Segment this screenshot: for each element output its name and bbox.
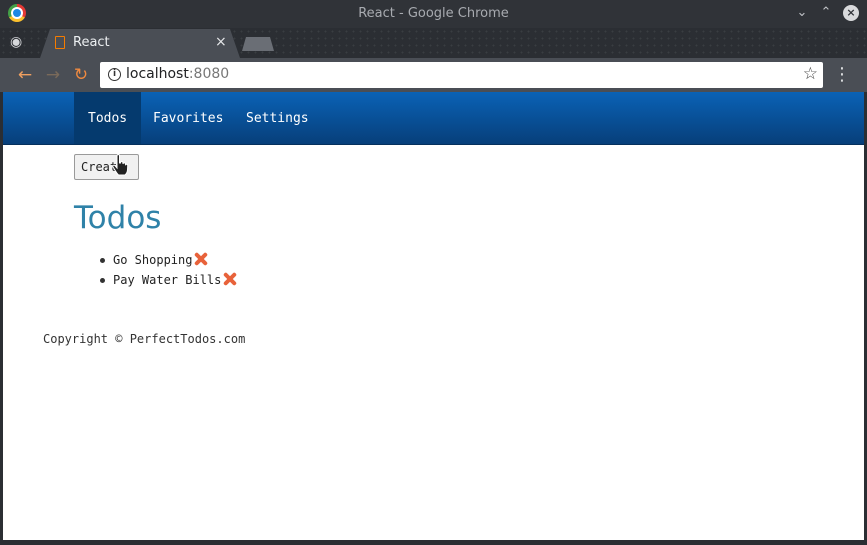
forward-arrow-icon[interactable]: → <box>42 64 64 86</box>
back-arrow-icon[interactable]: ← <box>14 64 36 86</box>
create-button[interactable]: Create <box>74 154 139 180</box>
reload-icon[interactable]: ↻ <box>70 64 92 86</box>
page-favicon-icon <box>55 36 65 49</box>
browser-tab[interactable]: React × <box>40 29 240 58</box>
nav-settings[interactable]: Settings <box>232 92 323 144</box>
url-port: :8080 <box>188 66 230 82</box>
window-titlebar: React - Google Chrome ⌄ ⌃ × <box>0 0 867 28</box>
incognito-icon: ◉ <box>10 34 23 50</box>
url-host: localhost <box>126 66 189 82</box>
hand-cursor-icon <box>112 154 128 176</box>
tab-title: React <box>73 35 110 50</box>
nav-favorites[interactable]: Favorites <box>139 92 237 144</box>
tab-strip: ◉ React × <box>0 28 867 58</box>
close-window-icon[interactable]: × <box>843 5 859 21</box>
minimize-icon[interactable]: ⌄ <box>793 4 811 22</box>
window-title: React - Google Chrome <box>358 6 509 21</box>
page-title: Todos <box>74 200 162 236</box>
todo-text: Go Shopping <box>113 253 193 267</box>
todo-item: Pay Water Bills <box>95 270 238 290</box>
page-viewport: Todos Favorites Settings Create Todos Go… <box>3 92 864 540</box>
footer-copyright: Copyright © PerfectTodos.com <box>43 332 246 346</box>
site-navbar: Todos Favorites Settings <box>3 92 864 145</box>
todo-list: Go Shopping Pay Water Bills <box>95 250 238 290</box>
browser-menu-icon[interactable]: ⋮ <box>832 64 852 86</box>
delete-x-icon[interactable] <box>222 271 238 287</box>
bookmark-star-icon[interactable]: ☆ <box>803 64 818 84</box>
close-tab-icon[interactable]: × <box>215 34 227 50</box>
maximize-icon[interactable]: ⌃ <box>817 4 835 22</box>
delete-x-icon[interactable] <box>193 251 209 267</box>
nav-todos[interactable]: Todos <box>74 92 142 144</box>
todo-item: Go Shopping <box>95 250 238 270</box>
address-bar[interactable]: i localhost:8080 ☆ <box>100 62 823 88</box>
site-info-icon[interactable]: i <box>108 68 121 81</box>
todo-text: Pay Water Bills <box>113 273 222 287</box>
browser-toolbar: ← → ↻ i localhost:8080 ☆ ⋮ <box>0 58 867 92</box>
url-text: localhost:8080 <box>126 66 229 82</box>
new-tab-button[interactable] <box>242 37 274 51</box>
